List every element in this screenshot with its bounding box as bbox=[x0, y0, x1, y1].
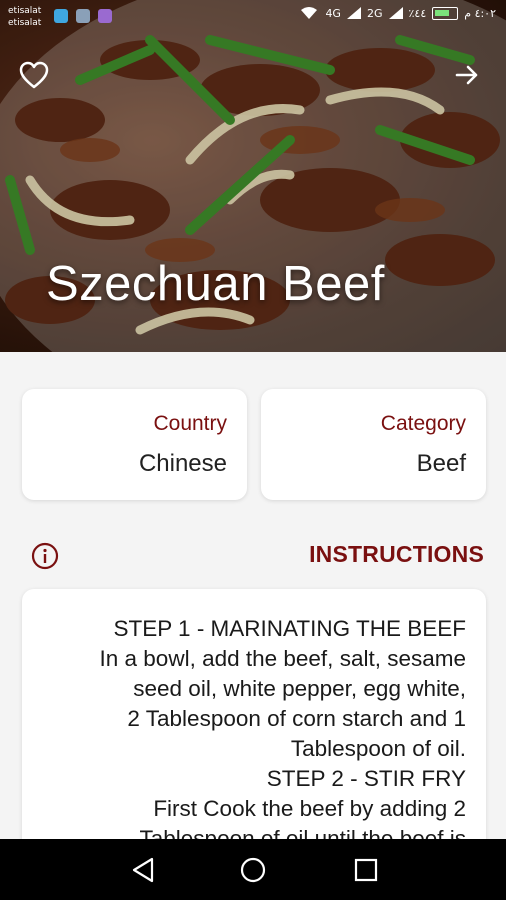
heart-outline-icon bbox=[19, 61, 49, 89]
signal-1-label: 4G bbox=[325, 6, 341, 20]
nav-back-button[interactable] bbox=[126, 853, 160, 887]
instructions-card[interactable]: STEP 1 - MARINATING THE BEEF In a bowl, … bbox=[22, 589, 486, 859]
arrow-right-icon bbox=[455, 65, 478, 85]
signal-2-icon bbox=[388, 7, 403, 19]
carrier-names: etisalat etisalat bbox=[8, 5, 41, 29]
category-value: Beef bbox=[416, 450, 466, 477]
country-card: Country Chinese bbox=[22, 389, 247, 500]
clock: ٤:٠٢ م bbox=[464, 6, 496, 20]
circle-home-icon bbox=[240, 857, 266, 883]
country-label: Country bbox=[153, 412, 227, 435]
carrier-2: etisalat bbox=[8, 18, 42, 28]
instructions-text: STEP 1 - MARINATING THE BEEF In a bowl, … bbox=[38, 614, 466, 854]
nav-home-button[interactable] bbox=[236, 853, 270, 887]
battery-icon bbox=[432, 6, 459, 20]
category-card: Category Beef bbox=[261, 389, 486, 500]
status-right: 4G 2G ٪٤٤ ٤:٠٢ م bbox=[299, 6, 496, 20]
instruction-line: seed oil, white pepper, egg white, bbox=[133, 676, 466, 701]
instruction-line: First Cook the beef by adding 2 bbox=[153, 796, 466, 821]
system-nav-bar bbox=[0, 839, 506, 900]
battery-percent: ٪٤٤ bbox=[408, 6, 427, 20]
instruction-line: Tablespoon of oil. bbox=[290, 736, 466, 761]
image-notification-icon bbox=[76, 9, 90, 23]
country-value: Chinese bbox=[138, 450, 227, 477]
notification-icons bbox=[54, 9, 112, 23]
signal-2-label: 2G bbox=[366, 6, 383, 20]
square-recent-icon bbox=[354, 858, 378, 882]
bluetooth-icon bbox=[54, 9, 68, 23]
instruction-line: 2 Tablespoon of corn starch and 1 bbox=[127, 706, 466, 731]
meal-hero-image: etisalat etisalat 4G 2G ٪٤٤ ٤:٠٢ م Szech… bbox=[0, 0, 506, 352]
instruction-line: STEP 2 - STIR FRY bbox=[266, 766, 466, 791]
open-details-button[interactable] bbox=[450, 58, 484, 92]
status-bar: etisalat etisalat 4G 2G ٪٤٤ ٤:٠٢ م bbox=[0, 0, 506, 34]
app-notification-icon bbox=[98, 9, 112, 23]
info-circle-icon[interactable] bbox=[31, 542, 59, 570]
category-label: Category bbox=[380, 412, 466, 435]
favorite-button[interactable] bbox=[17, 58, 51, 92]
instructions-title: INSTRUCTIONS bbox=[309, 541, 484, 567]
meal-title: Szechuan Beef bbox=[46, 257, 385, 311]
nav-recent-button[interactable] bbox=[349, 853, 383, 887]
instruction-line: In a bowl, add the beef, salt, sesame bbox=[99, 646, 466, 671]
signal-1-icon bbox=[346, 7, 361, 19]
carrier-1: etisalat bbox=[8, 6, 42, 16]
wifi-icon bbox=[301, 7, 318, 19]
instruction-line: STEP 1 - MARINATING THE BEEF bbox=[113, 616, 466, 641]
triangle-back-icon bbox=[132, 857, 154, 883]
